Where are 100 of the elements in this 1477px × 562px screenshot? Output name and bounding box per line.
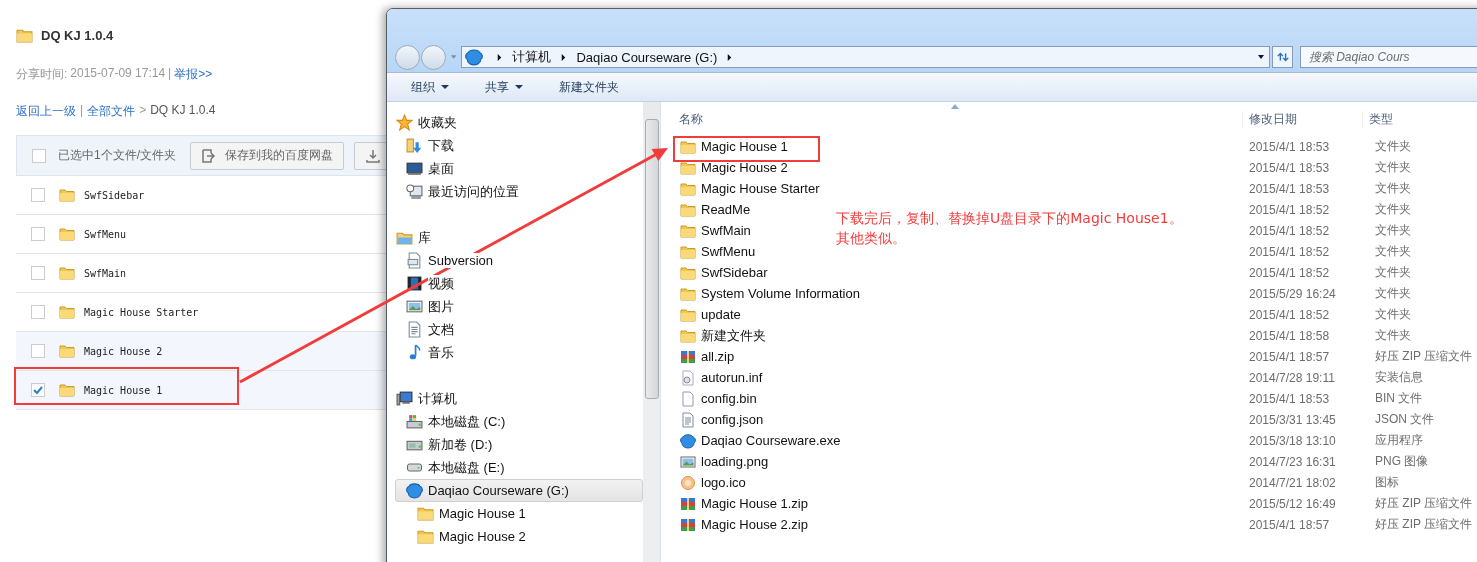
computer-icon bbox=[396, 390, 413, 407]
toolbar-button[interactable]: 共享 bbox=[473, 74, 535, 100]
file-item[interactable]: SwfMenu bbox=[680, 243, 756, 260]
address-segment[interactable]: 计算机 bbox=[512, 48, 552, 66]
file-item[interactable]: 新建文件夹 bbox=[680, 326, 766, 345]
search-field[interactable]: 搜索 Daqiao Cours bbox=[1299, 46, 1477, 68]
monitor-icon bbox=[406, 160, 423, 177]
file-item[interactable]: System Volume Information bbox=[680, 285, 860, 302]
clock-monitor-icon bbox=[406, 183, 423, 200]
date-cell-text: 2014/7/21 18:02 bbox=[1248, 475, 1337, 490]
report-link[interactable]: 举报>> bbox=[174, 66, 213, 83]
nav-item[interactable]: 最近访问的位置 bbox=[396, 180, 643, 203]
nav-item[interactable]: Daqiao Courseware (G:) bbox=[395, 479, 643, 502]
separator: | bbox=[168, 66, 172, 82]
folder-icon bbox=[59, 265, 75, 281]
dropdown-caret-icon[interactable] bbox=[1257, 53, 1266, 61]
scroll-thumb[interactable] bbox=[644, 119, 659, 399]
nav-item[interactable]: 本地磁盘 (C:) bbox=[396, 410, 643, 433]
checkbox[interactable] bbox=[31, 383, 45, 397]
back-button[interactable] bbox=[395, 44, 420, 70]
refresh-icon bbox=[1275, 50, 1290, 64]
nav-item[interactable]: 文档 bbox=[396, 318, 643, 341]
toolbar-button[interactable]: 组织 bbox=[399, 74, 461, 100]
nav-item[interactable]: 新加卷 (D:) bbox=[396, 433, 643, 456]
file-item[interactable]: logo.ico bbox=[680, 474, 746, 491]
nav-item[interactable]: 下载 bbox=[396, 134, 643, 157]
column-header[interactable]: 名称 bbox=[661, 111, 1242, 128]
date-cell-text: 2015/4/1 18:53 bbox=[1248, 139, 1331, 154]
breadcrumb-link[interactable]: 返回上一级 bbox=[16, 103, 76, 120]
file-item[interactable]: autorun.inf bbox=[680, 369, 763, 386]
date-cell-text: 2015/4/1 18:53 bbox=[1248, 391, 1331, 406]
save-button[interactable]: 保存到我的百度网盘 bbox=[190, 141, 344, 170]
file-item[interactable]: Magic House 1.zip bbox=[680, 495, 808, 512]
file-name: SwfSidebar bbox=[84, 189, 145, 201]
file-item[interactable]: all.zip bbox=[680, 348, 735, 365]
file-item[interactable]: SwfMain bbox=[680, 222, 751, 239]
file-item[interactable]: config.bin bbox=[680, 390, 757, 407]
folder-icon bbox=[680, 264, 696, 281]
checkbox[interactable] bbox=[31, 227, 45, 241]
forward-button[interactable] bbox=[421, 44, 446, 70]
file-item[interactable]: Magic House 2 bbox=[680, 159, 788, 176]
file-item[interactable]: config.json bbox=[680, 411, 764, 428]
nav-item[interactable]: 桌面 bbox=[396, 157, 643, 180]
checkbox[interactable] bbox=[31, 266, 45, 280]
folder-icon bbox=[417, 528, 434, 545]
file-item[interactable]: loading.png bbox=[680, 453, 769, 470]
file-item[interactable]: Magic House Starter bbox=[680, 180, 820, 197]
annotation-text: 下载完后，复制、替换掉U盘目录下的Magic House1。 bbox=[836, 209, 1183, 228]
column-header[interactable]: 修改日期 bbox=[1242, 111, 1362, 128]
folder-icon bbox=[680, 243, 696, 260]
address-bar[interactable]: 计算机 Daqiao Courseware (G:) bbox=[461, 46, 1271, 68]
date-cell-text: 2015/4/1 18:57 bbox=[1248, 349, 1331, 364]
folder-icon bbox=[680, 201, 696, 218]
nav-item[interactable]: Magic House 1 bbox=[396, 502, 643, 525]
date-cell-text: 2014/7/28 19:11 bbox=[1248, 370, 1336, 385]
nav-item[interactable]: 收藏夹 bbox=[396, 111, 643, 134]
checkbox[interactable] bbox=[31, 188, 45, 202]
folder-icon bbox=[417, 505, 434, 522]
scroll-up-button[interactable] bbox=[643, 102, 660, 119]
file-item[interactable]: Magic House 1 bbox=[680, 138, 788, 155]
nav-item[interactable]: 计算机 bbox=[396, 387, 643, 410]
scrollbar[interactable] bbox=[643, 102, 660, 562]
column-header[interactable]: 类型 bbox=[1362, 111, 1477, 128]
date-cell-text: 2015/5/12 16:49 bbox=[1248, 496, 1337, 511]
breadcrumb-link[interactable]: 全部文件 bbox=[87, 103, 136, 120]
file-item[interactable]: update bbox=[680, 306, 741, 323]
nav-item[interactable]: 音乐 bbox=[396, 341, 643, 364]
nav-item[interactable]: Magic House 2 bbox=[396, 525, 643, 548]
export-icon bbox=[201, 147, 217, 164]
type-cell-text: 图标 bbox=[1374, 474, 1400, 491]
folder-icon bbox=[59, 187, 75, 203]
type-cell-text: 文件夹 bbox=[1374, 201, 1412, 218]
nav-item[interactable]: Subversion bbox=[396, 249, 643, 272]
date-cell-text: 2015/4/1 18:52 bbox=[1248, 223, 1331, 238]
nav-item[interactable]: 本地磁盘 (E:) bbox=[396, 456, 643, 479]
breadcrumb-current: DQ KJ 1.0.4 bbox=[150, 103, 216, 119]
chevron-icon[interactable] bbox=[726, 53, 734, 61]
breadcrumb-separator: > bbox=[139, 103, 147, 119]
history-caret-icon[interactable] bbox=[450, 53, 458, 61]
nav-item[interactable]: 图片 bbox=[396, 295, 643, 318]
chevron-icon[interactable] bbox=[496, 53, 504, 61]
toolbar-button[interactable]: 新建文件夹 bbox=[547, 74, 631, 100]
address-segment[interactable]: Daqiao Courseware (G:) bbox=[576, 49, 718, 65]
file-item[interactable]: Magic House 2.zip bbox=[680, 516, 808, 533]
checkbox[interactable] bbox=[32, 148, 46, 163]
refresh-button[interactable] bbox=[1272, 46, 1293, 68]
checkbox[interactable] bbox=[31, 305, 45, 319]
file-item[interactable]: ReadMe bbox=[680, 201, 751, 218]
type-cell-text: 文件夹 bbox=[1374, 243, 1412, 260]
file-item[interactable]: Daqiao Courseware.exe bbox=[680, 432, 841, 449]
chevron-icon[interactable] bbox=[560, 53, 568, 61]
checkbox[interactable] bbox=[31, 344, 45, 358]
nav-item[interactable]: 库 bbox=[396, 226, 643, 249]
file-row[interactable]: Magic House 2 bbox=[16, 332, 386, 371]
download-button[interactable] bbox=[354, 141, 386, 170]
file-row[interactable]: Magic House 1 bbox=[16, 371, 386, 410]
date-cell-text: 2014/7/23 16:31 bbox=[1248, 454, 1337, 469]
file-item[interactable]: SwfSidebar bbox=[680, 264, 768, 281]
caret-icon bbox=[515, 85, 523, 89]
type-cell-text: JSON 文件 bbox=[1374, 411, 1436, 428]
